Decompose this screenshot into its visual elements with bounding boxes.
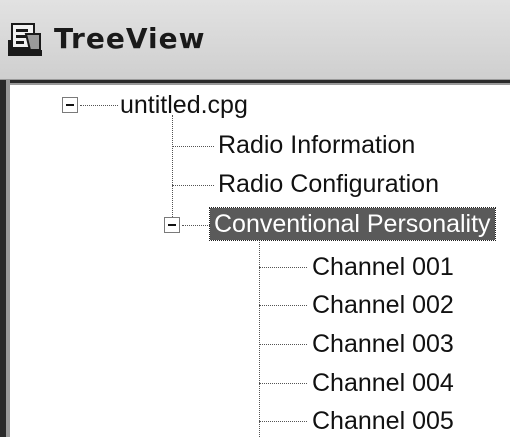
tree-connector-line [259, 267, 307, 268]
tree-connector-line [259, 383, 307, 384]
tree-connector-line [259, 421, 307, 422]
tree-node-conventional-personality[interactable]: Conventional Personality [209, 207, 496, 241]
title-bar[interactable]: TreeView [0, 0, 510, 80]
treeview-window: TreeView untitled.cpg Radio Information … [0, 0, 510, 437]
tree-connector-line [259, 305, 307, 306]
pane-border [6, 83, 510, 85]
tree-node-channel[interactable]: Channel 005 [312, 405, 454, 437]
tree-connector-line [259, 240, 260, 437]
pane-border [6, 80, 10, 437]
tree-connector-line [172, 115, 173, 225]
tree-node-channel[interactable]: Channel 004 [312, 367, 454, 399]
tree-node-radio-configuration[interactable]: Radio Configuration [218, 168, 439, 200]
root-collapse-toggle[interactable] [62, 97, 78, 113]
window-title: TreeView [54, 22, 206, 55]
tree-node-channel[interactable]: Channel 001 [312, 251, 454, 283]
tree-connector-line [172, 146, 214, 147]
tree-connector-line [172, 185, 214, 186]
tree-node-radio-information[interactable]: Radio Information [218, 129, 415, 161]
tree-connector-line [182, 225, 210, 226]
conventional-personality-collapse-toggle[interactable] [164, 217, 180, 233]
treeview-app-icon [8, 23, 42, 56]
tree-node-channel[interactable]: Channel 003 [312, 328, 454, 360]
tree-connector-line [259, 344, 307, 345]
tree-node-root[interactable]: untitled.cpg [120, 89, 248, 121]
tree-connector-line [80, 105, 118, 106]
tree-node-channel[interactable]: Channel 002 [312, 289, 454, 321]
